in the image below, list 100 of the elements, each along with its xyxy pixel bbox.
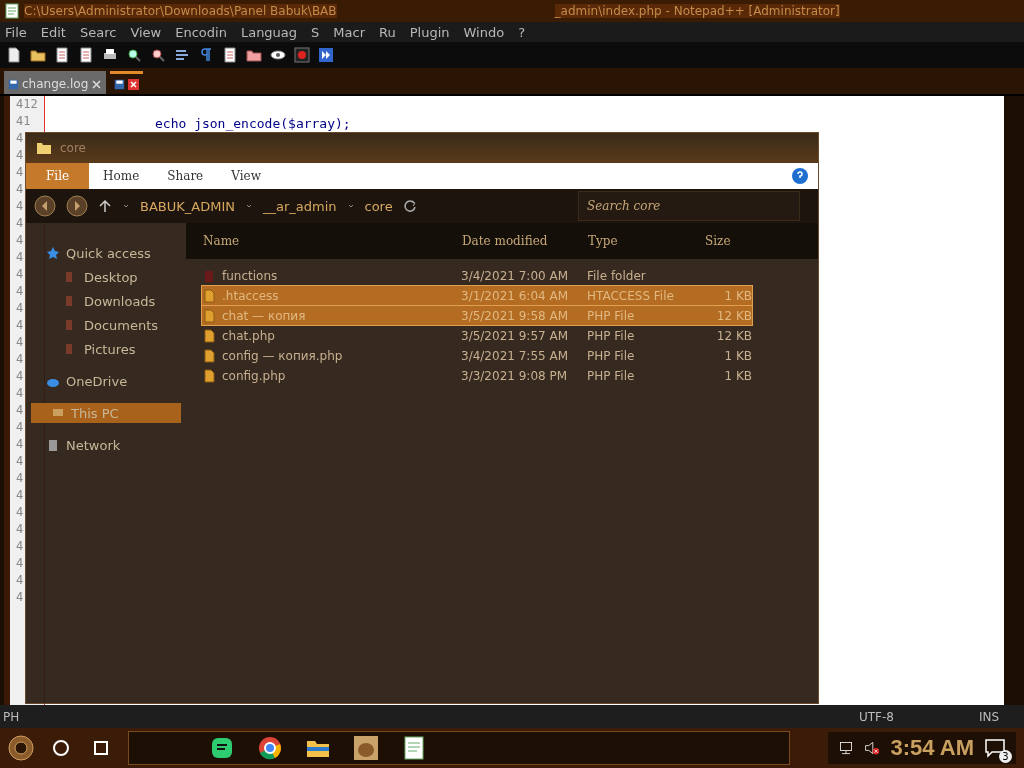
column-header[interactable]: Size [705,234,765,248]
file-icon [202,328,216,343]
line-number: 4 [16,147,25,164]
open-folder-icon[interactable] [30,47,46,63]
sidebar-item[interactable]: Documents [26,315,186,335]
menu-item[interactable]: Ru [379,24,396,40]
file-row[interactable]: functions 3/4/2021 7:00 AM File folder [202,266,752,285]
line-number: 4 [16,300,25,317]
sidebar-item[interactable]: Network [26,435,186,455]
file-type: File folder [587,268,647,283]
code-line: echo json_encode($array); [155,115,351,132]
ribbon-tab[interactable]: View [217,163,275,189]
line-number: 4 [16,368,25,385]
date-modified: 3/5/2021 9:58 AM [461,308,570,323]
file-size: 1 KB [723,288,752,303]
menu-item[interactable]: S [311,24,320,40]
file-icon [202,288,216,303]
record-icon[interactable] [294,47,310,63]
file-type: PHP File [587,328,636,343]
zoom-out-icon[interactable] [150,47,166,63]
browser-icon[interactable] [257,735,283,761]
menu-item[interactable]: Plugin [409,24,450,40]
line-number: 4 [16,232,25,249]
line-number: 4 [16,453,25,470]
ribbon-tab[interactable]: Share [153,163,218,189]
sidebar-item[interactable]: OneDrive [26,371,186,391]
menu-item[interactable]: Encodin [175,24,227,40]
clock[interactable]: 3:54 AM [890,735,974,761]
fast-forward-icon[interactable] [318,47,334,63]
line-number: 4 [16,283,25,300]
document-tab[interactable]: change.log [4,71,107,94]
menu-item[interactable]: Edit [40,24,66,40]
date-modified: 3/1/2021 6:04 AM [461,288,570,303]
line-number: 4 [16,487,25,504]
refresh-icon[interactable] [402,199,417,213]
new-file-icon[interactable] [6,47,22,63]
sidebar-item[interactable]: Quick access [26,243,186,263]
help-icon[interactable] [792,168,808,184]
line-number: 4 [16,538,25,555]
line-number: 4 [16,402,25,419]
menu-item[interactable]: Macr [333,24,366,40]
breadcrumb-item[interactable]: BABUK_ADMIN [140,198,235,214]
date-modified: 3/4/2021 7:00 AM [461,268,570,283]
menu-item[interactable]: View [130,24,162,40]
menu-item[interactable]: Languag [240,24,298,40]
chat-icon[interactable] [209,735,235,761]
file-name: chat.php [222,328,276,343]
ribbon-tab[interactable]: Home [89,163,154,189]
line-number: 4 [16,130,25,147]
file-size: 1 KB [723,348,752,363]
notification-icon[interactable] [984,737,1006,759]
file-row[interactable]: chat.php 3/5/2021 9:57 AM PHP File 12 KB [202,326,752,345]
column-header[interactable]: Date modified [462,234,588,248]
menu-item[interactable]: ? [518,24,526,40]
forward-icon[interactable] [66,195,88,217]
gear-icon[interactable] [8,735,34,761]
line-number: 4 [16,419,25,436]
back-icon[interactable] [34,195,56,217]
file-name: config — копия.php [222,348,344,363]
eye-icon[interactable] [270,47,286,63]
date-modified: 3/5/2021 9:57 AM [461,328,570,343]
breadcrumb-item[interactable]: __ar_admin [262,198,337,214]
line-number: 4 [16,249,25,266]
encoding-label: UTF-8 [858,709,895,724]
file-icon [202,308,216,323]
notepad-icon[interactable] [401,735,427,761]
document-icon[interactable] [54,47,70,63]
column-header[interactable]: Type [588,234,705,248]
muted-speaker-icon[interactable] [864,740,881,756]
line-number: 4 [16,198,25,215]
sidebar-item[interactable]: Desktop [26,267,186,287]
pilcrow-icon[interactable] [198,47,214,63]
line-number: 4 [16,572,25,589]
document-icon[interactable] [222,47,238,63]
line-number: 412 [16,96,39,113]
zoom-in-icon[interactable] [126,47,142,63]
close-icon[interactable] [128,78,140,90]
file-type: HTACCESS File [587,288,675,303]
line-number: 41 [16,113,32,130]
file-row[interactable]: config.php 3/3/2021 9:08 PM PHP File 1 KB [202,366,752,385]
breadcrumb-item[interactable]: core [364,198,393,214]
save-icon [114,78,126,90]
wrap-icon[interactable] [174,47,190,63]
sidebar-item[interactable]: Pictures [26,339,186,359]
notepad-icon [4,3,20,19]
document-icon[interactable] [78,47,94,63]
menu-item[interactable]: File [5,24,27,40]
up-arrow-icon[interactable] [98,199,112,213]
sidebar-item[interactable]: Downloads [26,291,186,311]
column-header[interactable]: Name [203,234,462,248]
file-icon [202,348,216,363]
line-number: 4 [16,385,25,402]
search-field[interactable]: Search core [578,191,800,221]
menu-item[interactable]: Searc [79,24,117,40]
file-row[interactable]: config — копия.php 3/4/2021 7:55 AM PHP File 1 KB [202,346,752,365]
line-number: 4 [16,589,25,606]
line-number: 4 [16,470,25,487]
window-title: _admin\index.php - Notepad++ [Administrator] [554,4,840,18]
window-title: C:\Users\Administrator\Downloads\Panel Babuk\BAB [24,4,337,18]
menu-item[interactable]: Windo [463,24,505,40]
